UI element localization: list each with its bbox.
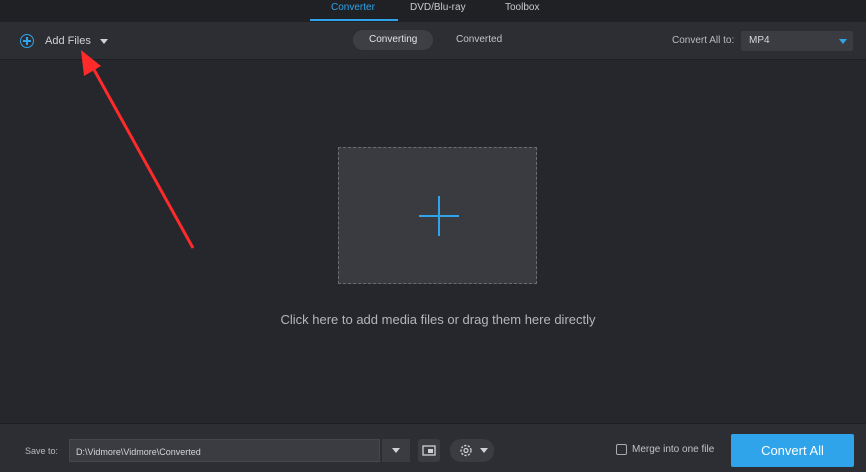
- open-folder-button[interactable]: [418, 439, 440, 462]
- top-navigation: Converter DVD/Blu-ray Toolbox: [0, 0, 866, 22]
- convert-all-to-label: Convert All to:: [672, 35, 735, 46]
- tab-converted[interactable]: Converted: [440, 30, 518, 50]
- folder-icon: [422, 445, 436, 456]
- chevron-down-icon: [839, 39, 847, 44]
- dropzone-hint: Click here to add media files or drag th…: [280, 312, 596, 327]
- convert-all-button[interactable]: Convert All: [731, 434, 854, 467]
- add-files-button[interactable]: Add Files: [20, 31, 108, 51]
- tab-converting[interactable]: Converting: [353, 30, 434, 50]
- checkbox-icon[interactable]: [616, 444, 627, 455]
- save-path-dropdown[interactable]: [382, 439, 410, 462]
- save-path-input[interactable]: [74, 443, 378, 460]
- chevron-down-icon[interactable]: [99, 38, 108, 44]
- bottom-bar: Save to: Merge into one file Convert All: [0, 423, 866, 472]
- plus-icon: [419, 196, 459, 236]
- merge-checkbox[interactable]: Merge into one file: [616, 444, 714, 455]
- add-files-label: Add Files: [45, 35, 91, 47]
- output-format-select[interactable]: MP4: [741, 31, 853, 51]
- merge-label: Merge into one file: [632, 444, 715, 455]
- tab-toolbox[interactable]: Toolbox: [505, 2, 539, 13]
- toolbar: Add Files Converting Converted Convert A…: [0, 22, 866, 60]
- tab-dvd-bluray[interactable]: DVD/Blu-ray: [410, 2, 466, 13]
- chevron-down-icon: [392, 448, 400, 453]
- save-to-label: Save to:: [25, 446, 59, 456]
- gear-icon: [460, 444, 472, 457]
- output-format-value: MP4: [749, 35, 770, 46]
- active-tab-indicator: [310, 19, 398, 21]
- add-media-dropzone[interactable]: [338, 147, 537, 284]
- settings-button[interactable]: [450, 439, 494, 462]
- add-circle-icon: [20, 34, 34, 48]
- tab-converter[interactable]: Converter: [331, 2, 375, 13]
- chevron-down-icon: [480, 448, 488, 453]
- save-path-field[interactable]: [69, 439, 380, 462]
